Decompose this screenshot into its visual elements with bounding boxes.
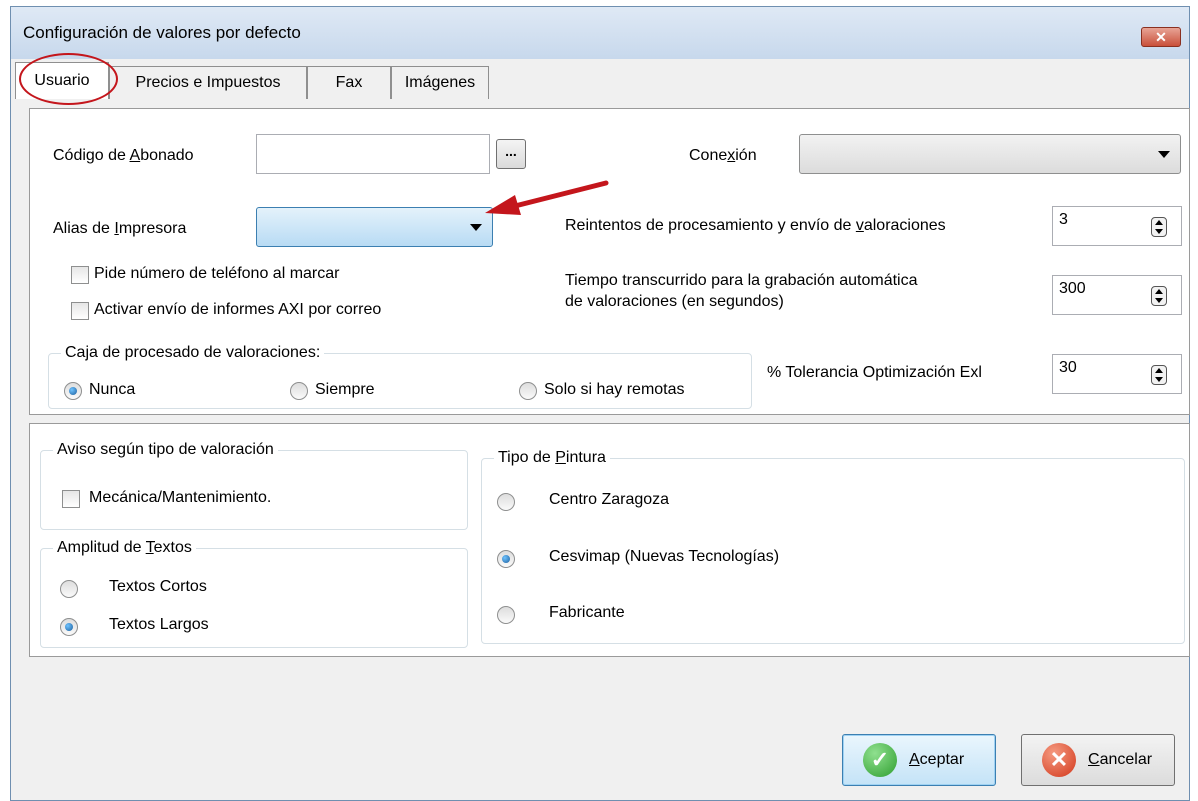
cancelar-label: Cancelar: [1088, 751, 1153, 768]
codigo-abonado-label: Código de Abonado: [53, 147, 194, 164]
radio-textos-cortos-label: Textos Cortos: [109, 578, 207, 595]
tiempo-label-line1: Tiempo transcurrido para la grabación au…: [565, 272, 918, 289]
chevron-down-icon: [470, 224, 482, 231]
tiempo-label-line2: de valoraciones (en segundos): [565, 293, 784, 310]
tab-label: Fax: [335, 74, 363, 91]
radio-cesvimap-label: Cesvimap (Nuevas Tecnologías): [549, 548, 780, 565]
arrow-head: [485, 195, 521, 215]
caja-procesado-title: Caja de procesado de valoraciones:: [61, 343, 325, 363]
activar-envio-checkbox[interactable]: [71, 302, 89, 320]
highlight-ring-annotation: [19, 53, 118, 105]
conexion-label: Conexión: [689, 147, 757, 164]
radio-centro-zaragoza[interactable]: [497, 493, 515, 511]
tolerancia-label: % Tolerancia Optimización Exl: [767, 364, 982, 381]
radio-siempre[interactable]: [290, 382, 308, 400]
reintentos-label: Reintentos de procesamiento y envío de v…: [565, 217, 946, 234]
radio-nunca[interactable]: [64, 382, 82, 400]
radio-fabricante-label: Fabricante: [549, 604, 625, 621]
dialog-window: Configuración de valores por defecto ✕ U…: [10, 6, 1190, 801]
tab-imagenes[interactable]: Imágenes: [391, 66, 489, 99]
window-title: Configuración de valores por defecto: [23, 23, 301, 42]
tolerancia-spinner[interactable]: 30: [1052, 354, 1182, 394]
options-panel: Aviso según tipo de valoración Mecánica/…: [29, 423, 1190, 657]
close-icon: ✕: [1155, 29, 1167, 45]
alias-impresora-label: Alias de Impresora: [53, 220, 187, 237]
close-button[interactable]: ✕: [1141, 27, 1181, 47]
radio-solo-remotas-label: Solo si hay remotas: [544, 381, 685, 398]
usuario-settings-panel: Código de Abonado ... Conexión Alias de …: [29, 108, 1190, 415]
cancelar-button[interactable]: ✕ Cancelar: [1021, 734, 1175, 786]
radio-cesvimap[interactable]: [497, 550, 515, 568]
reintentos-value: 3: [1059, 211, 1068, 228]
spinner-arrows-icon[interactable]: [1151, 365, 1167, 385]
alias-impresora-combo[interactable]: [256, 207, 493, 247]
spinner-arrows-icon[interactable]: [1151, 217, 1167, 237]
aceptar-button[interactable]: ✓ Aceptar: [842, 734, 996, 786]
tipo-pintura-group: Tipo de Pintura Centro Zaragoza Cesvimap…: [481, 448, 1185, 644]
red-arrow-annotation: [485, 180, 609, 215]
activar-envio-label: Activar envío de informes AXI por correo: [94, 301, 382, 318]
radio-textos-largos[interactable]: [60, 618, 78, 636]
radio-textos-cortos[interactable]: [60, 580, 78, 598]
pide-telefono-checkbox[interactable]: [71, 266, 89, 284]
amplitud-textos-title: Amplitud de Textos: [53, 538, 196, 558]
amplitud-textos-group: Amplitud de Textos Textos Cortos Textos …: [40, 538, 468, 648]
checkmark-icon: ✓: [863, 743, 897, 777]
ellipsis-icon: ...: [505, 143, 517, 159]
spinner-arrows-icon[interactable]: [1151, 286, 1167, 306]
chevron-down-icon: [1158, 151, 1170, 158]
radio-solo-remotas[interactable]: [519, 382, 537, 400]
caja-procesado-group: Caja de procesado de valoraciones: Nunca…: [48, 343, 752, 409]
tiempo-spinner[interactable]: 300: [1052, 275, 1182, 315]
tab-label: Precios e Impuestos: [135, 74, 281, 91]
tiempo-value: 300: [1059, 280, 1086, 297]
aviso-group: Aviso según tipo de valoración Mecánica/…: [40, 440, 468, 530]
tab-precios-impuestos[interactable]: Precios e Impuestos: [109, 66, 307, 99]
tab-label: Imágenes: [404, 74, 476, 91]
radio-siempre-label: Siempre: [315, 381, 375, 398]
codigo-abonado-input[interactable]: [256, 134, 490, 174]
mecanica-label: Mecánica/Mantenimiento.: [89, 489, 272, 506]
conexion-select[interactable]: [799, 134, 1181, 174]
tolerancia-value: 30: [1059, 359, 1077, 376]
radio-textos-largos-label: Textos Largos: [109, 616, 209, 633]
codigo-abonado-browse-button[interactable]: ...: [496, 139, 526, 169]
cross-icon: ✕: [1042, 743, 1076, 777]
arrow-shaft: [508, 180, 609, 210]
radio-nunca-label: Nunca: [89, 381, 136, 398]
aviso-title: Aviso según tipo de valoración: [53, 440, 278, 460]
aceptar-label: Aceptar: [909, 751, 965, 768]
pide-telefono-label: Pide número de teléfono al marcar: [94, 265, 340, 282]
tab-fax[interactable]: Fax: [307, 66, 391, 99]
radio-centro-zaragoza-label: Centro Zaragoza: [549, 491, 670, 508]
title-bar: Configuración de valores por defecto ✕: [11, 7, 1189, 59]
radio-fabricante[interactable]: [497, 606, 515, 624]
reintentos-spinner[interactable]: 3: [1052, 206, 1182, 246]
mecanica-checkbox[interactable]: [62, 490, 80, 508]
tipo-pintura-title: Tipo de Pintura: [494, 448, 610, 468]
